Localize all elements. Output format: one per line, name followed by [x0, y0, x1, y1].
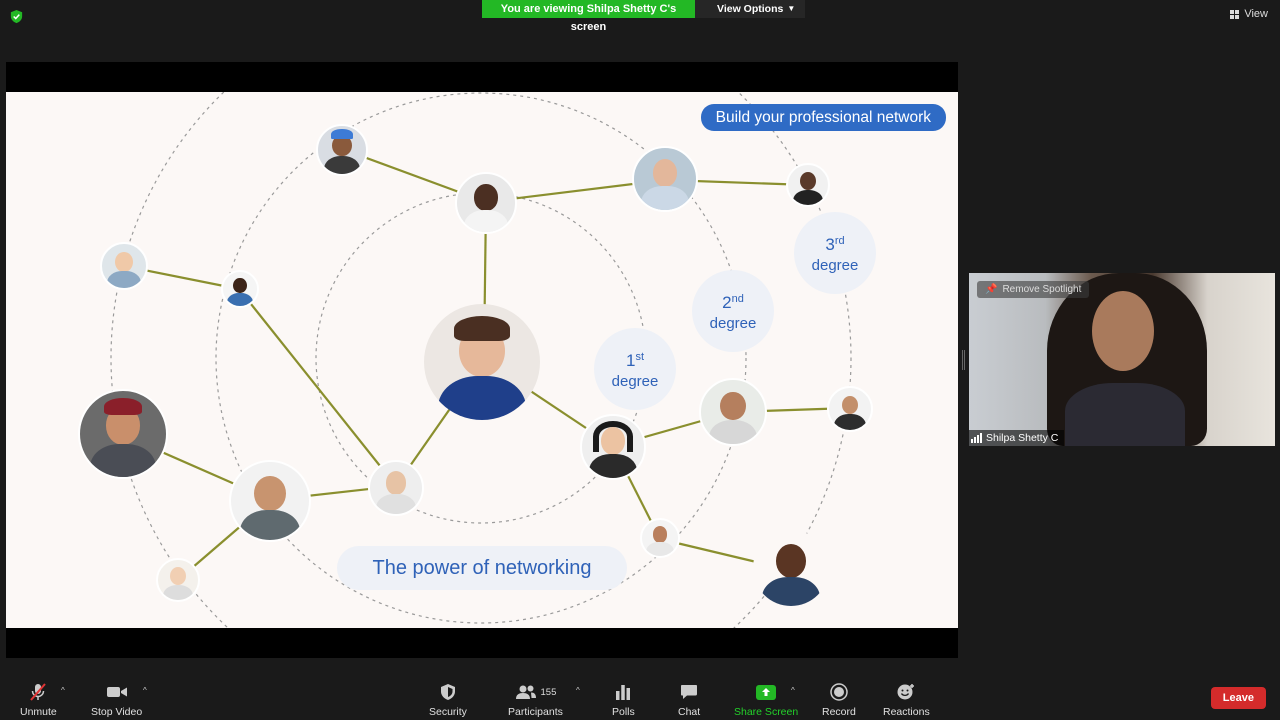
stop-video-label: Stop Video: [91, 706, 143, 718]
polls-button[interactable]: Polls: [612, 681, 635, 718]
view-button[interactable]: View: [1230, 8, 1268, 20]
share-screen-label: Share Screen: [734, 706, 799, 718]
view-options-button[interactable]: View Options ▼: [695, 0, 806, 18]
participants-button[interactable]: 155 Participants: [508, 681, 563, 718]
participant-name: Shilpa Shetty C: [986, 432, 1059, 444]
degree-word: degree: [611, 372, 659, 390]
avatar-person: [699, 378, 767, 446]
view-label: View: [1244, 8, 1268, 20]
signal-bars-icon: [971, 433, 982, 443]
remove-spotlight-label: Remove Spotlight: [1002, 284, 1082, 295]
avatar-person: [316, 124, 368, 176]
chevron-down-icon: ▼: [787, 4, 796, 13]
chat-bubble-icon: [681, 685, 698, 699]
presentation-slide: Build your professional network 1st degr…: [6, 92, 958, 628]
degree-number: 2: [722, 292, 732, 312]
bar-chart-icon: [616, 685, 631, 700]
reactions-label: Reactions: [883, 706, 930, 718]
avatar-person: [229, 460, 311, 542]
participants-options-caret[interactable]: ^: [576, 686, 580, 695]
shield-icon: [440, 684, 455, 700]
record-label: Record: [822, 706, 856, 718]
avatar-person: [221, 270, 259, 308]
shield-check-icon[interactable]: [9, 9, 24, 24]
avatar-person: [827, 386, 873, 432]
stop-video-button[interactable]: Stop Video: [91, 681, 142, 718]
participants-count: 155: [540, 686, 557, 698]
view-options-label: View Options: [717, 3, 784, 15]
reactions-button[interactable]: Reactions: [883, 681, 930, 718]
avatar-person: [156, 558, 200, 602]
video-body: [1065, 383, 1185, 446]
video-camera-icon: [106, 687, 127, 697]
avatar-person: [632, 146, 698, 212]
third-degree-label: 3rd degree: [794, 212, 876, 294]
zoom-meeting-window: You are viewing Shilpa Shetty C's screen…: [0, 0, 1280, 720]
security-button[interactable]: Security: [429, 681, 467, 718]
people-icon: [515, 685, 536, 699]
avatar-person: [640, 518, 680, 558]
chat-label: Chat: [678, 706, 701, 718]
record-icon: [830, 683, 848, 701]
audio-options-caret[interactable]: ^: [61, 686, 65, 695]
power-of-networking-label: The power of networking: [337, 546, 627, 590]
degree-suffix: rd: [834, 234, 845, 247]
degree-suffix: nd: [731, 292, 744, 305]
smiley-plus-icon: [897, 684, 915, 700]
avatar-person: [753, 530, 829, 606]
polls-label: Polls: [612, 706, 635, 718]
chat-button[interactable]: Chat: [678, 681, 700, 718]
first-degree-label: 1st degree: [594, 328, 676, 410]
avatar-person: [580, 414, 646, 480]
microphone-muted-icon: [30, 683, 47, 701]
slide-title-pill: Build your professional network: [700, 104, 946, 131]
leave-button[interactable]: Leave: [1210, 687, 1266, 709]
share-options-caret[interactable]: ^: [791, 686, 795, 695]
share-screen-button[interactable]: Share Screen: [734, 681, 798, 718]
avatar-person: [786, 163, 830, 207]
meeting-toolbar: Unmute ^ Stop Video ^ Security 155 Parti…: [0, 673, 1280, 720]
video-options-caret[interactable]: ^: [143, 686, 147, 695]
avatar-person: [368, 460, 424, 516]
screen-share-banner: You are viewing Shilpa Shetty C's screen…: [482, 0, 806, 33]
degree-suffix: st: [635, 350, 645, 363]
record-button[interactable]: Record: [822, 681, 856, 718]
participant-name-tag: Shilpa Shetty C: [969, 430, 1065, 446]
share-arrow-icon: [756, 684, 777, 700]
unmute-button[interactable]: Unmute: [20, 681, 57, 718]
pin-icon: 📌: [985, 284, 998, 295]
avatar-person: [78, 389, 168, 479]
avatar-person-center: [424, 304, 540, 420]
viewing-screen-label: You are viewing Shilpa Shetty C's screen: [482, 0, 695, 33]
participants-label: Participants: [508, 706, 563, 718]
resize-handle[interactable]: [962, 350, 965, 370]
avatar-person: [455, 172, 517, 234]
grid-icon: [1230, 9, 1240, 19]
participant-video-tile[interactable]: 📌 Remove Spotlight Shilpa Shetty C: [969, 273, 1275, 446]
degree-word: degree: [811, 256, 859, 274]
second-degree-label: 2nd degree: [692, 270, 774, 352]
unmute-label: Unmute: [20, 706, 57, 718]
shared-screen: Build your professional network 1st degr…: [6, 62, 958, 658]
degree-word: degree: [709, 314, 757, 332]
degree-number: 3: [825, 234, 835, 254]
avatar-person: [100, 242, 148, 290]
remove-spotlight-button[interactable]: 📌 Remove Spotlight: [977, 281, 1090, 298]
security-label: Security: [429, 706, 467, 718]
video-face: [1092, 291, 1154, 371]
